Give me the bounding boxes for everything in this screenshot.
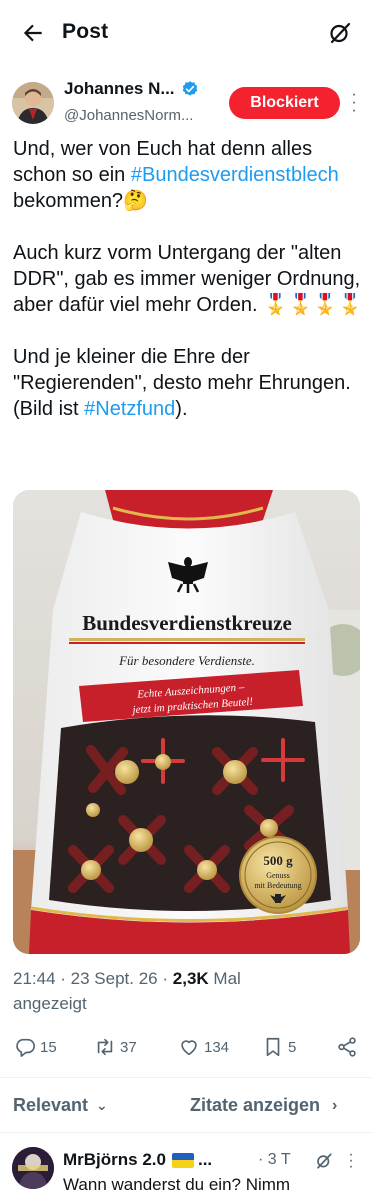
post-text: Und, wer von Euch hat denn alles schon s… [13, 136, 363, 422]
hashtag-link[interactable]: #Netzfund [84, 398, 175, 420]
share-icon [338, 1037, 356, 1057]
seal-line1-text: Genuss [266, 871, 290, 880]
divider [0, 1132, 373, 1133]
repost-count: 37 [120, 1038, 137, 1056]
share-button[interactable] [336, 1036, 362, 1058]
reply-sort-bar: Relevant ⌄ Zitate anzeigen › [0, 1092, 373, 1122]
author-name[interactable]: Johannes N... [64, 79, 175, 99]
bookmark-count: 5 [288, 1038, 297, 1056]
post-paragraph-3: Und je kleiner die Ehre der "Regierenden… [13, 346, 351, 420]
author-handle[interactable]: @JohannesNorm... [64, 107, 193, 124]
sort-dropdown[interactable]: Relevant ⌄ [13, 1095, 108, 1116]
post-date: 23 Sept. 26 [70, 969, 158, 988]
show-quotes-label: Zitate anzeigen [190, 1095, 321, 1115]
sort-label: Relevant [13, 1095, 89, 1115]
views-label: Mal [213, 969, 241, 988]
seal-line2-text: mit Bedeutung [254, 881, 301, 890]
avatar[interactable] [12, 82, 54, 124]
like-button[interactable]: 134 [178, 1036, 229, 1058]
seal-weight-text: 500 g [263, 853, 293, 868]
views-label-suffix: angezeigt [13, 994, 87, 1013]
reply-item[interactable]: MrBjörns 2.0 ... · 3 T · · · Wann wanderst… [0, 1140, 373, 1199]
post-paragraph-2: Auch kurz vorm Untergang der "alten DDR"… [13, 242, 363, 316]
view-count[interactable]: 2,3K [173, 969, 209, 988]
show-quotes-link[interactable]: Zitate anzeigen › [190, 1095, 337, 1116]
reply-avatar[interactable] [12, 1147, 54, 1189]
page-title: Post [62, 20, 109, 43]
blocked-button[interactable]: Blockiert [229, 87, 340, 119]
reply-text: Wann wanderst du ein? Nimm [63, 1175, 291, 1194]
reply-time: · 3 T [258, 1151, 291, 1168]
more-options-icon[interactable]: · · · [349, 85, 359, 118]
repost-button[interactable]: 37 [94, 1036, 137, 1058]
reply-author-name[interactable]: MrBjörns 2.0 ... [63, 1150, 212, 1170]
reply-icon [16, 1038, 35, 1057]
more-options-icon[interactable]: · · · [347, 1147, 355, 1175]
hashtag-link[interactable]: #Bundesverdienstblech [131, 164, 339, 186]
reply-count: 15 [40, 1038, 57, 1056]
like-count: 134 [204, 1038, 230, 1056]
chevron-down-icon: ⌄ [96, 1097, 108, 1113]
ukraine-flag-icon [171, 1152, 194, 1168]
image-tagline-text: Für besondere Verdienste. [118, 653, 255, 668]
reply-button[interactable]: 15 [14, 1036, 57, 1058]
bookmark-button[interactable]: 5 [262, 1036, 296, 1058]
post-paragraph-1: Und, wer von Euch hat denn alles schon s… [13, 138, 339, 212]
divider [0, 1077, 373, 1078]
image-brand-text: Bundesverdienstkreuze [82, 611, 292, 635]
verified-badge-icon [182, 81, 197, 96]
grok-icon[interactable] [315, 1152, 333, 1170]
grok-icon[interactable] [328, 21, 352, 45]
post-image[interactable]: Bundesverdienstkreuze Für besondere Verd… [13, 490, 360, 954]
post-meta: 21:44 · 23 Sept. 26 · 2,3K Mal angezeigt [13, 969, 241, 1013]
arrow-left-icon[interactable] [20, 20, 46, 46]
heart-icon [181, 1040, 197, 1056]
repost-icon [97, 1038, 113, 1056]
chevron-right-icon: › [332, 1096, 338, 1114]
bookmark-icon [266, 1037, 280, 1057]
top-bar: Post [0, 0, 373, 68]
action-bar: 15 37 134 5 [0, 1032, 373, 1064]
post-author: Johannes N... @JohannesNorm... Blockiert… [0, 76, 373, 132]
post-time: 21:44 [13, 969, 56, 988]
